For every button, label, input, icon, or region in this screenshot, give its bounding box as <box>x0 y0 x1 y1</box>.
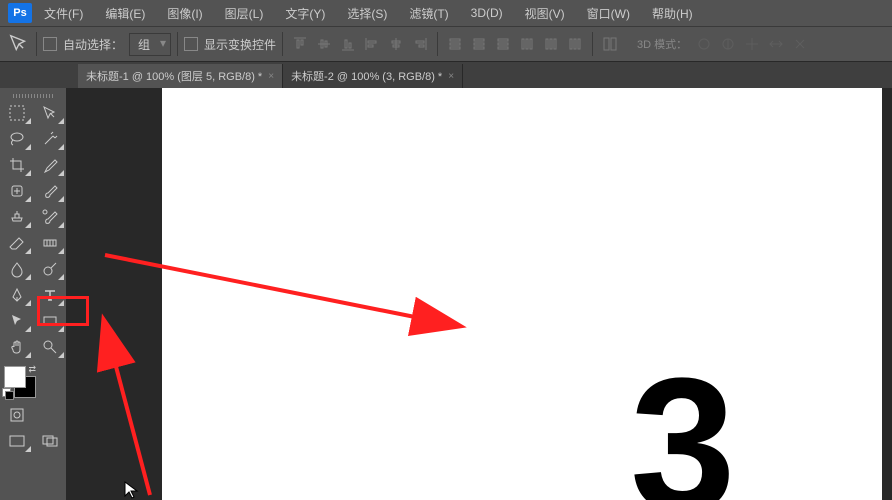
3d-slide-icon[interactable] <box>765 33 787 55</box>
3d-orbit-icon[interactable] <box>693 33 715 55</box>
align-top-icon[interactable] <box>289 33 311 55</box>
path-selection-tool[interactable] <box>0 308 33 334</box>
zoom-tool[interactable] <box>33 334 66 360</box>
gradient-tool[interactable] <box>33 230 66 256</box>
swap-colors-icon[interactable]: ⇄ <box>28 364 36 375</box>
align-right-icon[interactable] <box>409 33 431 55</box>
menu-file[interactable]: 文件(F) <box>34 1 93 26</box>
3d-mode-icons <box>693 33 811 55</box>
3d-mode-label: 3D 模式： <box>637 36 687 52</box>
eyedropper-tool[interactable] <box>33 152 66 178</box>
screen-mode-2-tool[interactable] <box>33 428 66 454</box>
rectangle-tool[interactable] <box>33 308 66 334</box>
3d-roll-icon[interactable] <box>717 33 739 55</box>
tab-doc1[interactable]: 未标题-1 @ 100% (图层 5, RGB/8) * × <box>78 64 283 88</box>
menu-help[interactable]: 帮助(H) <box>642 1 703 26</box>
divider <box>592 32 593 56</box>
healing-brush-tool[interactable] <box>0 178 33 204</box>
distribute-bottom-icon[interactable] <box>492 33 514 55</box>
align-bottom-icon[interactable] <box>337 33 359 55</box>
close-icon[interactable]: × <box>448 71 454 82</box>
default-colors-icon[interactable] <box>2 388 12 398</box>
screen-mode-tool[interactable] <box>0 428 33 454</box>
distribute-left-icon[interactable] <box>516 33 538 55</box>
divider <box>36 32 37 56</box>
distribute-top-icon[interactable] <box>444 33 466 55</box>
divider <box>177 32 178 56</box>
tab-title: 未标题-2 @ 100% (3, RGB/8) * <box>291 68 442 84</box>
crop-tool[interactable] <box>0 152 33 178</box>
brush-tool[interactable] <box>33 178 66 204</box>
tab-doc2[interactable]: 未标题-2 @ 100% (3, RGB/8) * × <box>283 64 463 88</box>
divider <box>282 32 283 56</box>
menu-filter[interactable]: 滤镜(T) <box>399 1 458 26</box>
3d-pan-icon[interactable] <box>741 33 763 55</box>
divider <box>437 32 438 56</box>
menu-layer[interactable]: 图层(L) <box>215 1 274 26</box>
align-hcenter-icon[interactable] <box>385 33 407 55</box>
auto-select-label: 自动选择： <box>63 36 123 53</box>
menu-bar: Ps 文件(F) 编辑(E) 图像(I) 图层(L) 文字(Y) 选择(S) 滤… <box>0 0 892 26</box>
menu-edit[interactable]: 编辑(E) <box>95 1 155 26</box>
menu-image[interactable]: 图像(I) <box>157 1 212 26</box>
show-transform-checkbox[interactable] <box>184 37 198 51</box>
magic-wand-tool[interactable] <box>33 126 66 152</box>
menu-view[interactable]: 视图(V) <box>515 1 575 26</box>
clone-stamp-tool[interactable] <box>0 204 33 230</box>
auto-select-checkbox[interactable] <box>43 37 57 51</box>
document-canvas[interactable]: 3 <box>162 88 882 500</box>
align-vcenter-icon[interactable] <box>313 33 335 55</box>
distribute-group <box>444 33 586 55</box>
menu-3d[interactable]: 3D(D) <box>461 2 513 24</box>
distribute-hcenter-icon[interactable] <box>540 33 562 55</box>
canvas-area: 3 <box>66 88 892 500</box>
type-tool[interactable] <box>33 282 66 308</box>
distribute-vcenter-icon[interactable] <box>468 33 490 55</box>
distribute-right-icon[interactable] <box>564 33 586 55</box>
menu-select[interactable]: 选择(S) <box>337 1 397 26</box>
align-left-icon[interactable] <box>361 33 383 55</box>
panel-grabber[interactable] <box>0 92 66 100</box>
move-tool-indicator <box>8 33 30 55</box>
pen-tool[interactable] <box>0 282 33 308</box>
show-transform-label: 显示变换控件 <box>204 36 276 53</box>
color-swatches[interactable]: ⇄ <box>4 366 34 396</box>
dodge-tool[interactable] <box>33 256 66 282</box>
align-group-1 <box>289 33 431 55</box>
history-brush-tool[interactable] <box>33 204 66 230</box>
menu-type[interactable]: 文字(Y) <box>275 1 335 26</box>
3d-zoom-icon[interactable] <box>789 33 811 55</box>
move-tool[interactable] <box>33 100 66 126</box>
auto-align-icon[interactable] <box>599 33 621 55</box>
hand-tool[interactable] <box>0 334 33 360</box>
eraser-tool[interactable] <box>0 230 33 256</box>
tools-panel: ⇄ <box>0 88 66 500</box>
options-bar: 自动选择： 组 显示变换控件 3D 模式： <box>0 26 892 62</box>
auto-select-dropdown[interactable]: 组 <box>129 33 171 56</box>
blur-tool[interactable] <box>0 256 33 282</box>
quick-mask-tool[interactable] <box>0 402 33 428</box>
foreground-color[interactable] <box>4 366 26 388</box>
lasso-tool[interactable] <box>0 126 33 152</box>
app-logo: Ps <box>8 3 32 23</box>
menu-window[interactable]: 窗口(W) <box>577 1 640 26</box>
document-tabs: 未标题-1 @ 100% (图层 5, RGB/8) * × 未标题-2 @ 1… <box>0 62 892 88</box>
canvas-text-layer[interactable]: 3 <box>630 350 736 500</box>
marquee-tool[interactable] <box>0 100 33 126</box>
close-icon[interactable]: × <box>268 71 274 82</box>
tab-title: 未标题-1 @ 100% (图层 5, RGB/8) * <box>86 68 262 84</box>
